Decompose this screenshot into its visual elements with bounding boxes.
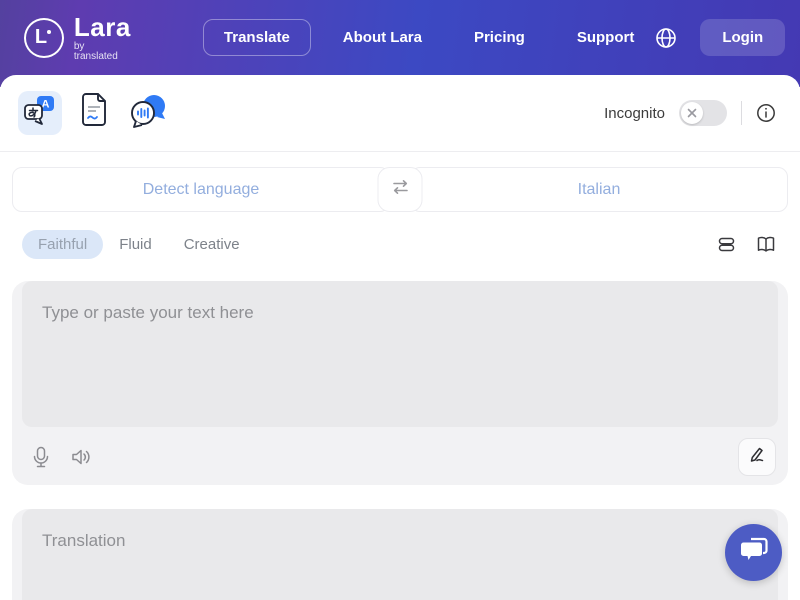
tab-fluid[interactable]: Fluid	[103, 230, 168, 259]
swap-languages-button[interactable]	[378, 167, 423, 212]
incognito-toggle[interactable]	[679, 100, 727, 126]
handwriting-edit-button[interactable]	[738, 438, 776, 476]
main-content: A	[0, 75, 800, 600]
support-chat-button[interactable]	[725, 524, 782, 581]
toggle-x-icon	[681, 102, 703, 124]
main-nav: Translate About Lara Pricing Support	[203, 19, 654, 56]
nav-item-pricing[interactable]: Pricing	[454, 20, 545, 55]
tab-creative[interactable]: Creative	[168, 230, 256, 259]
mode-toolbar: A	[0, 75, 800, 152]
speech-translate-mode-button[interactable]	[126, 91, 170, 135]
lara-logo-icon: L	[24, 18, 64, 58]
top-navigation-bar: L Lara by translated Translate About Lar…	[0, 0, 800, 87]
mic-icon[interactable]	[32, 446, 50, 468]
swap-languages-icon	[390, 177, 410, 202]
chat-icon	[739, 536, 769, 569]
source-text-panel: Type or paste your text here	[12, 281, 788, 485]
lara-logo[interactable]: L Lara by translated	[24, 14, 131, 62]
edit-pen-icon	[748, 446, 766, 469]
source-language-selector[interactable]: Detect language	[12, 167, 390, 212]
toolbar-divider	[741, 101, 742, 125]
translation-style-tabs: Faithful Fluid Creative	[0, 212, 800, 271]
language-selector-bar: Detect language Italian	[0, 152, 800, 212]
document-translate-icon	[79, 93, 109, 134]
speech-translate-icon	[129, 94, 167, 133]
incognito-label: Incognito	[604, 105, 665, 122]
logo-title: Lara	[74, 14, 131, 40]
info-icon[interactable]	[756, 103, 776, 123]
document-translate-mode-button[interactable]	[72, 91, 116, 135]
translation-output-panel: Translation	[12, 509, 788, 600]
dictionary-icon[interactable]	[756, 235, 776, 254]
login-button[interactable]: Login	[700, 19, 785, 56]
translation-placeholder: Translation	[22, 509, 778, 573]
history-stack-icon[interactable]	[717, 235, 736, 254]
nav-item-translate[interactable]: Translate	[203, 19, 311, 56]
logo-subtitle: by translated	[74, 42, 131, 62]
source-placeholder: Type or paste your text here	[22, 281, 778, 345]
source-textarea[interactable]: Type or paste your text here	[22, 281, 778, 427]
speaker-icon[interactable]	[70, 447, 92, 467]
translation-output-area: Translation	[22, 509, 778, 600]
text-translate-icon: A	[22, 93, 58, 134]
nav-item-support[interactable]: Support	[557, 20, 655, 55]
nav-item-about-lara[interactable]: About Lara	[323, 20, 442, 55]
globe-icon[interactable]	[654, 26, 678, 50]
target-language-selector[interactable]: Italian	[410, 167, 788, 212]
text-translate-mode-button[interactable]: A	[18, 91, 62, 135]
tab-faithful[interactable]: Faithful	[22, 230, 103, 259]
